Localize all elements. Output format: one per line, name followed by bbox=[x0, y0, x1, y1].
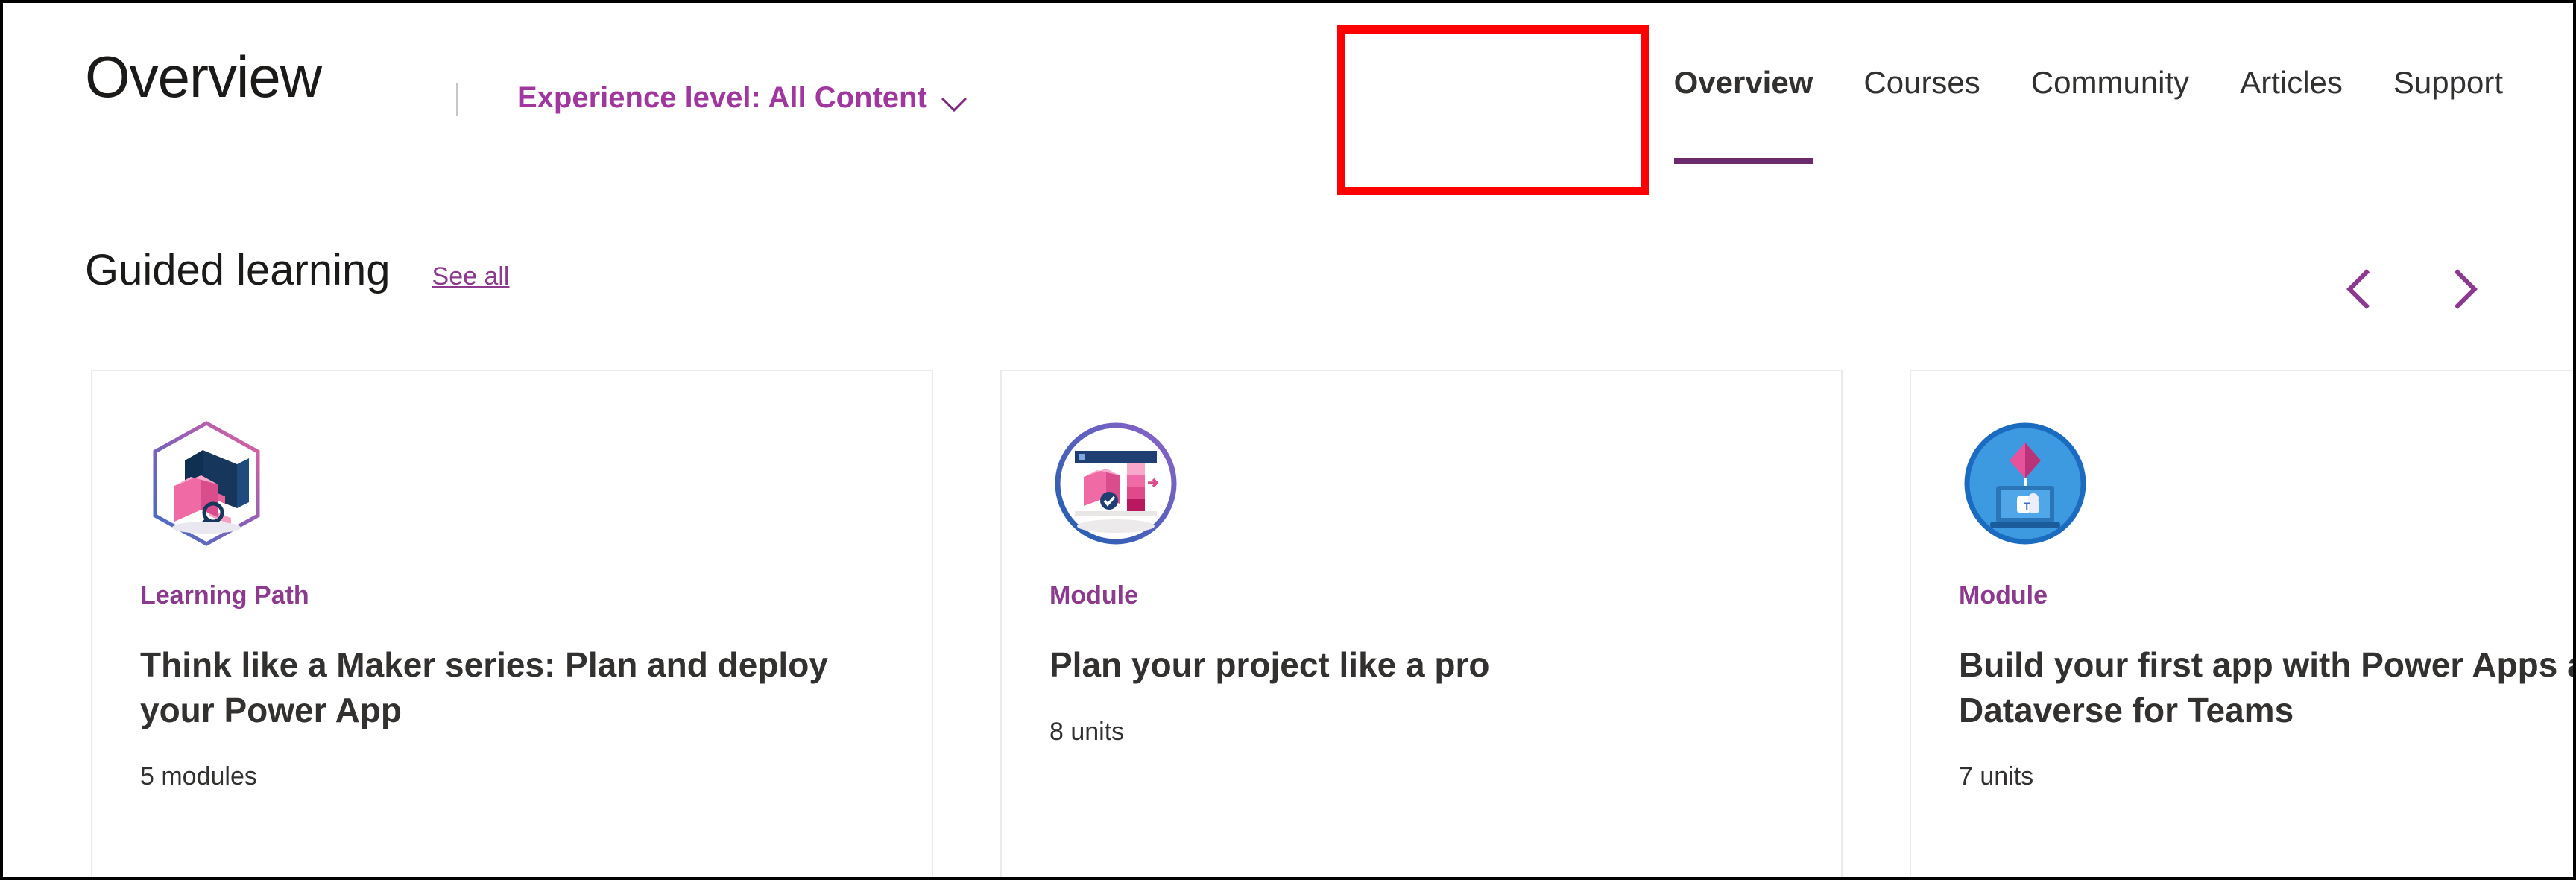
card-kicker: Module bbox=[1049, 581, 1138, 610]
experience-level-label: Experience level: All Content bbox=[517, 81, 927, 114]
tab-courses[interactable]: Courses bbox=[1838, 48, 2005, 159]
tab-community[interactable]: Community bbox=[2006, 48, 2214, 159]
chevron-left-icon[interactable] bbox=[2346, 265, 2381, 308]
card-meta: 7 units bbox=[1959, 762, 2034, 791]
tab-community-label: Community bbox=[2030, 65, 2190, 100]
chevron-right-icon[interactable] bbox=[2442, 265, 2476, 308]
top-navigation: Overview Courses Community Articles Supp… bbox=[1649, 48, 2528, 174]
card-kicker: Module bbox=[1959, 581, 2048, 610]
tab-articles[interactable]: Articles bbox=[2214, 48, 2368, 159]
tab-overview[interactable]: Overview bbox=[1649, 48, 1839, 164]
guided-learning-card-list: Learning Path Think like a Maker series:… bbox=[91, 370, 2573, 877]
card-meta: 5 modules bbox=[140, 762, 257, 791]
tab-overview-label: Overview bbox=[1673, 65, 1813, 100]
list-item[interactable]: Learning Path Think like a Maker series:… bbox=[91, 370, 933, 877]
tab-support-label: Support bbox=[2393, 65, 2503, 100]
see-all-link[interactable]: See all bbox=[432, 264, 510, 289]
card-title: Build your first app with Power Apps and… bbox=[1959, 645, 2573, 729]
module-circle-teams-icon: T bbox=[1959, 417, 2092, 550]
list-item[interactable]: Module Plan your project like a pro 8 un… bbox=[1000, 370, 1843, 877]
page-title: Overview bbox=[85, 44, 322, 110]
title-divider bbox=[456, 83, 458, 116]
section-title: Guided learning bbox=[85, 246, 391, 294]
card-meta: 8 units bbox=[1049, 717, 1125, 746]
tab-courses-label: Courses bbox=[1863, 65, 1980, 100]
list-item[interactable]: T Module Build your first app with Power… bbox=[1910, 370, 2573, 877]
tab-articles-label: Articles bbox=[2240, 65, 2343, 100]
app-window: Overview Experience level: All Content O… bbox=[0, 0, 2576, 880]
tab-active-indicator bbox=[1673, 158, 1813, 164]
card-kicker: Learning Path bbox=[140, 581, 309, 610]
section-header: Guided learning See all bbox=[85, 249, 509, 292]
tab-support[interactable]: Support bbox=[2368, 48, 2528, 159]
highlight-callout-box bbox=[1337, 25, 1649, 195]
page-header: Overview Experience level: All Content O… bbox=[3, 3, 2573, 204]
card-title: Plan your project like a pro bbox=[1049, 645, 1490, 684]
chevron-down-icon bbox=[942, 90, 967, 105]
experience-level-dropdown[interactable]: Experience level: All Content bbox=[517, 83, 967, 113]
svg-text:T: T bbox=[2024, 500, 2030, 512]
learning-path-hexagon-icon bbox=[140, 417, 273, 550]
carousel-controls bbox=[2346, 265, 2476, 308]
module-circle-project-icon bbox=[1049, 417, 1182, 550]
card-title: Think like a Maker series: Plan and depl… bbox=[140, 645, 828, 729]
